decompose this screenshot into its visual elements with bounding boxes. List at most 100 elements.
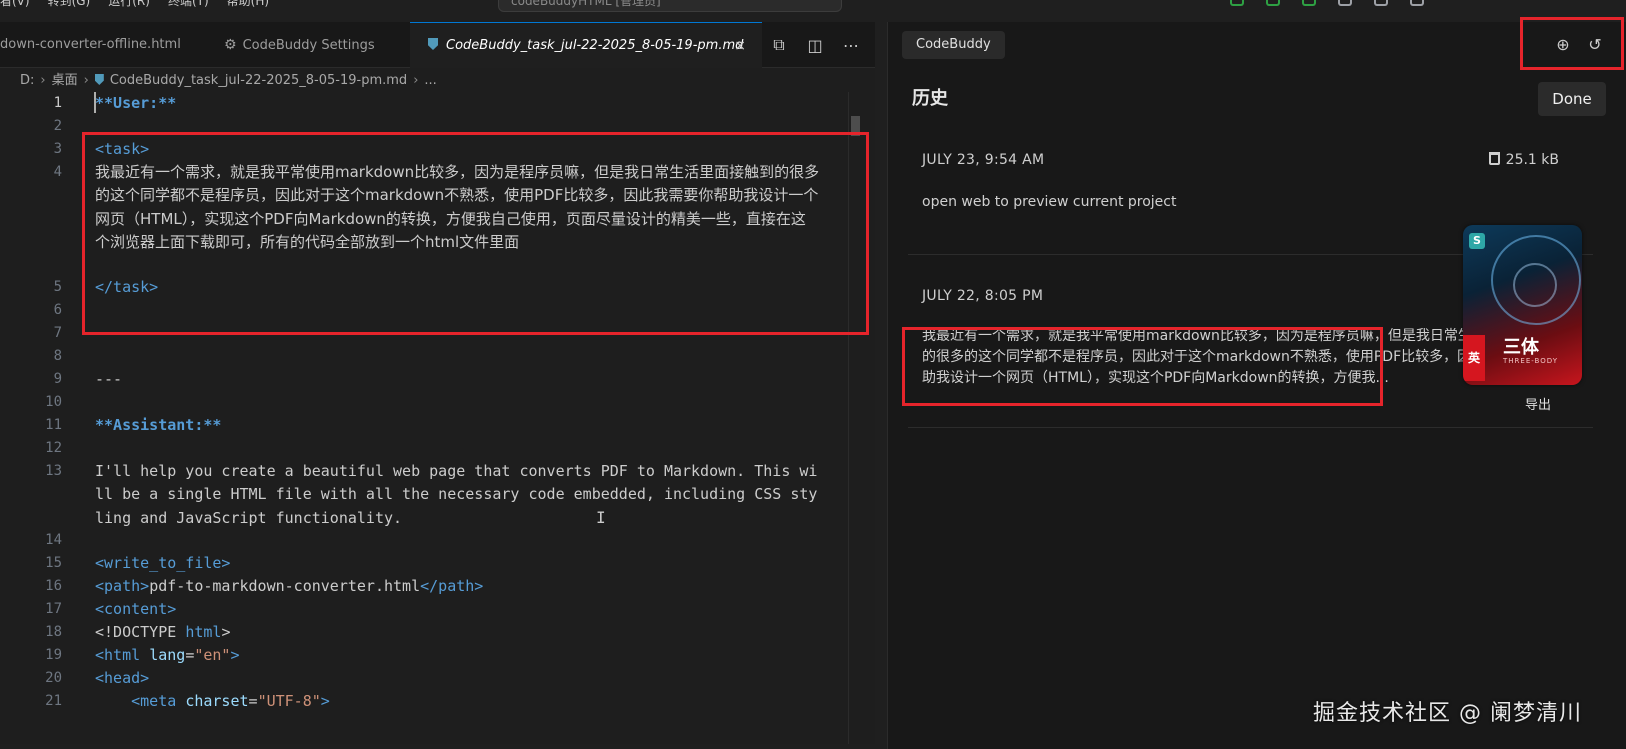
- menu-item-help[interactable]: 帮助(H): [227, 0, 269, 8]
- floating-game-widget[interactable]: S 英 三体 THREE-BODY: [1463, 225, 1582, 385]
- item-text: open web to preview current project: [922, 194, 1177, 210]
- line-number: 9: [53, 371, 62, 387]
- line-number: 6: [53, 302, 62, 318]
- line-number: 3: [53, 141, 62, 157]
- menu-item-terminal[interactable]: 终端(T): [168, 0, 209, 8]
- command-center-search[interactable]: codeBuddyHTML [管理员]: [498, 0, 842, 12]
- tab-task-md[interactable]: CodeBuddy_task_jul-22-2025_8-05-19-pm.md…: [410, 22, 762, 68]
- code-line-assistant: **Assistant:**: [95, 416, 222, 434]
- scrollbar-thumb[interactable]: [851, 116, 860, 136]
- item-date: JULY 22, 8:05 PM: [922, 288, 1044, 304]
- markdown-file-icon: [428, 38, 438, 50]
- toggle-secondary-icon[interactable]: [1302, 0, 1316, 6]
- scrollbar-track: [848, 92, 849, 744]
- code-line-head: <head>: [95, 669, 150, 687]
- open-preview-icon[interactable]: ⧉: [770, 35, 788, 55]
- line-number: 16: [45, 578, 62, 594]
- line-number: 20: [45, 670, 62, 686]
- code-line-task-open: <task>: [95, 140, 150, 158]
- chevron-right-icon: ›: [40, 73, 46, 88]
- chevron-right-icon: ›: [83, 73, 89, 88]
- more-actions-icon[interactable]: ⋯: [842, 36, 860, 55]
- line-number: 1: [53, 95, 62, 111]
- account-icon[interactable]: [1374, 0, 1388, 6]
- line-number: 7: [53, 325, 62, 341]
- tag-token: >: [320, 692, 330, 710]
- tag-token: <meta: [95, 692, 186, 710]
- line-number: 18: [45, 624, 62, 640]
- text-token: =: [185, 646, 195, 664]
- code-line-assistant-reply: I'll help you create a beautiful web pag…: [95, 462, 818, 527]
- menu-item-view[interactable]: 看(V): [0, 0, 30, 8]
- title-bar: 看(V) 转到(G) 运行(R) 终端(T) 帮助(H) codeBuddyHT…: [0, 0, 1626, 22]
- tab-codebuddy-settings[interactable]: ⚙ CodeBuddy Settings: [210, 22, 410, 68]
- ime-badge: 英: [1463, 335, 1485, 381]
- line-number: 4: [53, 164, 62, 180]
- code-line-html: <html lang="en">: [95, 644, 840, 667]
- divider: [908, 427, 1593, 428]
- tag-token: >: [230, 646, 240, 664]
- new-chat-icon[interactable]: ⊕: [1554, 36, 1572, 54]
- item-date: JULY 23, 9:54 AM: [922, 152, 1045, 168]
- tab-label: CodeBuddy Settings: [242, 38, 375, 53]
- menu-item-goto[interactable]: 转到(G): [48, 0, 91, 8]
- line-number: 2: [53, 118, 62, 134]
- ibeam-cursor-icon: I: [596, 508, 606, 527]
- history-icon[interactable]: ↺: [1586, 36, 1604, 54]
- attr-token: lang: [149, 646, 186, 664]
- code-line-content: <content>: [95, 600, 177, 618]
- code-line-task-body: 我最近有一个需求，就是我平常使用markdown比较多，因为是程序员嘛，但是我日…: [95, 163, 820, 251]
- settings-gear-icon[interactable]: [1338, 0, 1352, 6]
- text-token: pdf-to-markdown-converter.html: [149, 577, 421, 595]
- code-line-user: **User:**: [95, 94, 177, 112]
- line-number: 11: [45, 417, 62, 433]
- code-editor[interactable]: 1 2 3 4 5 6 7 8 9 10 11 12 13 14 15 16 1…: [0, 92, 860, 744]
- editor-pane: down-converter-offline.html ⚙ CodeBuddy S…: [0, 22, 875, 744]
- line-number: 8: [53, 348, 62, 364]
- code-line-meta: <meta charset="UTF-8">: [95, 690, 840, 713]
- line-number: 14: [45, 532, 62, 548]
- breadcrumb-desktop[interactable]: 桌面: [52, 73, 78, 88]
- text-token: >: [221, 623, 231, 641]
- line-number: 5: [53, 279, 62, 295]
- code-line-task-close: </task>: [95, 278, 159, 296]
- editor-tab-bar: down-converter-offline.html ⚙ CodeBuddy S…: [0, 22, 875, 68]
- breadcrumb-file[interactable]: CodeBuddy_task_jul-22-2025_8-05-19-pm.md: [110, 73, 407, 88]
- tag-token: html: [185, 623, 222, 641]
- toggle-panel-icon[interactable]: [1230, 0, 1244, 6]
- line-number: 19: [45, 647, 62, 663]
- codebuddy-actions: ⊕ ↺: [1554, 36, 1604, 54]
- chevron-right-icon: ›: [413, 73, 419, 88]
- menu-bar: 看(V) 转到(G) 运行(R) 终端(T) 帮助(H): [0, 0, 269, 8]
- game-subtitle: THREE-BODY: [1503, 357, 1558, 365]
- code-line-path: <path>pdf-to-markdown-converter.html</pa…: [95, 575, 840, 598]
- export-button[interactable]: 导出: [1525, 394, 1551, 413]
- line-number: 15: [45, 555, 62, 571]
- line-number: 12: [45, 440, 62, 456]
- code-line-doctype: <!DOCTYPE html>: [95, 621, 840, 644]
- toggle-sidebar-icon[interactable]: [1266, 0, 1280, 6]
- user-icon[interactable]: [1410, 0, 1424, 6]
- app-window: 看(V) 转到(G) 运行(R) 终端(T) 帮助(H) codeBuddyHT…: [0, 0, 1626, 749]
- done-button[interactable]: Done: [1538, 82, 1606, 116]
- breadcrumb: D: › 桌面 › CodeBuddy_task_jul-22-2025_8-05-19…: [20, 70, 437, 92]
- line-number: 21: [45, 693, 62, 709]
- breadcrumb-symbol[interactable]: ...: [424, 73, 436, 88]
- watermark: 掘金技术社区 @ 阑梦清川: [1313, 701, 1582, 726]
- tag-token: <path>: [95, 577, 150, 595]
- tab-converter-html[interactable]: down-converter-offline.html: [0, 22, 210, 68]
- codebuddy-tab[interactable]: CodeBuddy: [902, 31, 1005, 59]
- game-title: 三体: [1503, 337, 1539, 358]
- codebuddy-header: CodeBuddy ⊕ ↺: [888, 22, 1626, 68]
- close-icon[interactable]: ×: [734, 23, 746, 68]
- split-editor-icon[interactable]: ◫: [806, 36, 824, 55]
- menu-item-run[interactable]: 运行(R): [108, 0, 150, 8]
- code-line-write-to-file: <write_to_file>: [95, 554, 231, 572]
- breadcrumb-drive[interactable]: D:: [20, 73, 34, 88]
- line-number: 17: [45, 601, 62, 617]
- string-token: "en": [194, 646, 231, 664]
- trash-icon[interactable]: [1488, 152, 1500, 165]
- app-logo-icon: S: [1469, 233, 1485, 249]
- markdown-file-icon: [94, 74, 104, 85]
- line-number: 13: [45, 463, 62, 479]
